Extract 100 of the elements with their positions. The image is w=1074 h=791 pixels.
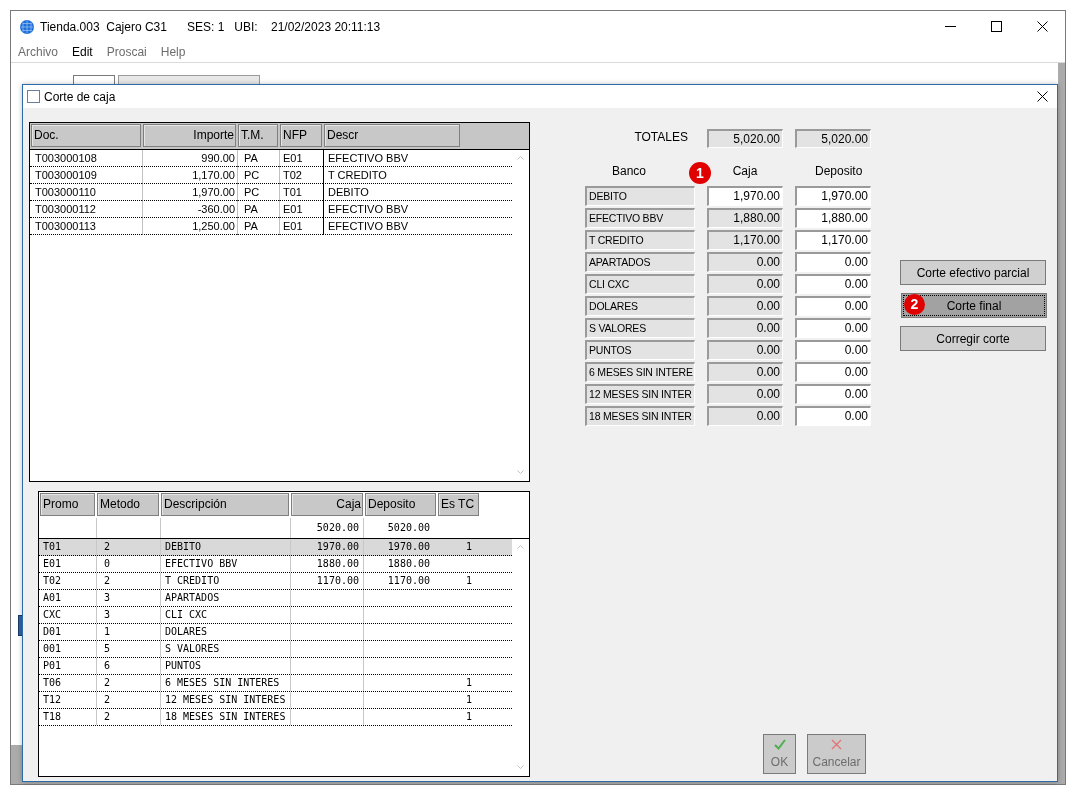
table-cell: PUNTOS <box>160 658 290 674</box>
bank-name-field: DEBITO <box>585 186 695 206</box>
scroll-up-icon <box>517 156 524 160</box>
table-cell-text: D01 <box>42 625 63 639</box>
amount-field[interactable]: 0.00 <box>795 340 871 360</box>
column-header[interactable]: Deposito <box>365 493 436 516</box>
table-cell: 18 MESES SIN INTERES <box>160 709 290 725</box>
table-cell-text: 1 <box>465 676 474 690</box>
column-header[interactable]: Es TC <box>438 493 479 516</box>
cross-icon <box>831 739 842 750</box>
action-button[interactable]: Corregir corte <box>900 326 1046 351</box>
table-cell-text: T01 <box>42 540 63 554</box>
column-header[interactable]: NFP <box>280 124 322 147</box>
amount-field[interactable]: 1,170.00 <box>795 230 871 250</box>
table-cell: 12 MESES SIN INTERES <box>160 692 290 708</box>
amount-field[interactable]: 0.00 <box>795 296 871 316</box>
table-cell: PA <box>237 150 279 167</box>
scroll-up-icon <box>517 545 524 549</box>
total-cell: 5020.00 <box>363 518 436 538</box>
maximize-icon <box>990 21 1002 32</box>
table-cell: S VALORES <box>160 641 290 657</box>
column-header[interactable]: Importe <box>143 124 236 147</box>
column-header[interactable]: Doc. <box>31 124 141 147</box>
menu-item[interactable]: Edit <box>65 45 100 59</box>
bank-name-field: 12 MESES SIN INTER <box>585 384 695 404</box>
amount-field[interactable]: 0.00 <box>795 406 871 426</box>
check-icon <box>773 739 786 750</box>
table-cell: 1970.00 <box>290 539 363 555</box>
column-header[interactable]: Descr <box>324 124 460 147</box>
table-cell-text: 1 <box>465 574 474 588</box>
table-row[interactable]: T01 2 DEBITO 1970.00 1970.00 1 <box>39 539 512 556</box>
table-cell: T003000110 <box>30 184 142 201</box>
table-cell: T003000108 <box>30 150 142 167</box>
bank-name-field: DOLARES <box>585 296 695 316</box>
column-heading: Deposito <box>814 164 864 180</box>
bank-name-field: PUNTOS <box>585 340 695 360</box>
window-icon <box>27 90 40 103</box>
bank-name-field: 18 MESES SIN INTER <box>585 406 695 426</box>
table-cell: 0 <box>96 556 160 572</box>
close-icon <box>1036 21 1048 32</box>
table-cell: 6 MESES SIN INTERES <box>160 675 290 691</box>
bank-name-field: APARTADOS <box>585 252 695 272</box>
column-header[interactable]: Metodo <box>97 493 159 516</box>
table-cell: T01 <box>279 184 323 201</box>
close-button[interactable] <box>1035 89 1049 104</box>
table-row[interactable]: P01 6 PUNTOS <box>39 658 512 675</box>
amount-field[interactable]: 0.00 <box>795 274 871 294</box>
amount-field[interactable]: 1,970.00 <box>795 186 871 206</box>
column-header[interactable]: Descripción <box>161 493 289 516</box>
table-cell: DEBITO <box>160 539 290 555</box>
table-cell-text: T12 <box>42 693 63 707</box>
table-cell: E01 <box>279 218 323 235</box>
globe-icon <box>20 19 34 34</box>
total-field: 5,020.00 <box>707 129 783 148</box>
table-cell-text: CXC <box>42 608 63 622</box>
table-row[interactable]: T06 2 6 MESES SIN INTERES 1 <box>39 675 512 692</box>
amount-field[interactable]: 1,970.00 <box>707 186 783 206</box>
table-cell: 2 <box>96 573 160 589</box>
table-cell: 3 <box>96 607 160 623</box>
table-cell-text: P01 <box>42 659 63 673</box>
amount-field[interactable]: 0.00 <box>795 318 871 338</box>
table-cell: 1,970.00 <box>142 184 237 201</box>
amount-field[interactable]: 0.00 <box>795 362 871 382</box>
table-row[interactable]: T02 2 T CREDITO 1170.00 1170.00 1 <box>39 573 512 590</box>
amount-field[interactable]: 0.00 <box>795 384 871 404</box>
table-cell-text: 001 <box>42 642 63 656</box>
table-row[interactable]: E01 0 EFECTIVO BBV 1880.00 1880.00 <box>39 556 512 573</box>
column-heading: Banco <box>611 164 648 180</box>
table-row[interactable]: T12 2 12 MESES SIN INTERES 1 <box>39 692 512 709</box>
column-header[interactable]: T.M. <box>238 124 278 147</box>
action-button[interactable]: 2 Corte final <box>901 293 1047 318</box>
table-cell-text: T06 <box>42 676 63 690</box>
table-row[interactable]: A01 3 APARTADOS <box>39 590 512 607</box>
table-cell: 1,170.00 <box>142 167 237 184</box>
table-row[interactable]: CXC 3 CLI CXC <box>39 607 512 624</box>
table-cell: PC <box>237 167 279 184</box>
table-cell-text: T02 <box>42 574 63 588</box>
amount-field[interactable]: 0.00 <box>795 252 871 272</box>
table-cell: 2 <box>96 692 160 708</box>
table-cell-text: 1 <box>465 693 474 707</box>
bank-name-field: CLI CXC <box>585 274 695 294</box>
callout-number: 1 <box>689 162 711 184</box>
column-header[interactable]: Caja <box>291 493 363 516</box>
table-cell: APARTADOS <box>160 590 290 606</box>
amount-field[interactable]: 1,880.00 <box>795 208 871 228</box>
column-header[interactable]: Promo <box>40 493 95 516</box>
table-cell: 1880.00 <box>290 556 363 572</box>
table-cell: 1170.00 <box>363 573 436 589</box>
table-cell: T02 <box>279 167 323 184</box>
table-row[interactable]: T18 2 18 MESES SIN INTERES 1 <box>39 709 512 726</box>
table-cell: T CREDITO <box>160 573 290 589</box>
table-cell: T003000112 <box>30 201 142 218</box>
table-cell: PA <box>237 201 279 218</box>
table-row[interactable]: 001 5 S VALORES <box>39 641 512 658</box>
table-row[interactable]: D01 1 DOLARES <box>39 624 512 641</box>
total-field: 5,020.00 <box>795 129 871 148</box>
bank-name-field: S VALORES <box>585 318 695 338</box>
action-button[interactable]: Corte efectivo parcial <box>900 260 1046 285</box>
table-cell: 2 <box>96 709 160 725</box>
scroll-down-icon <box>517 470 524 474</box>
